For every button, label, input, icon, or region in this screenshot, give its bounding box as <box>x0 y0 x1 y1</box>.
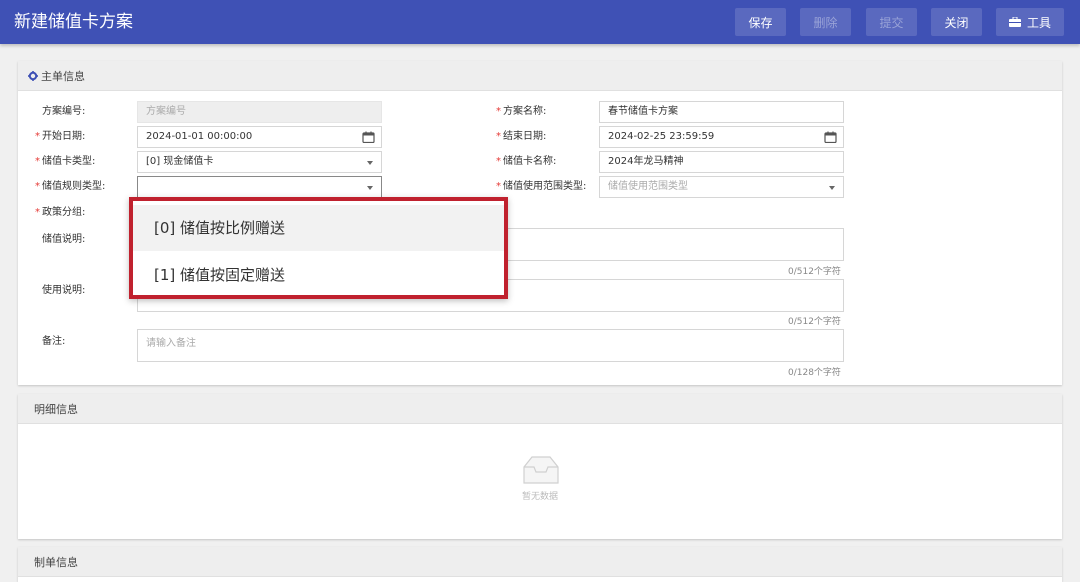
chevron-down-icon <box>367 161 373 165</box>
page-title: 新建储值卡方案 <box>14 12 133 32</box>
main-info-header: 主单信息 <box>18 61 1062 91</box>
empty-text: 暂无数据 <box>521 492 558 502</box>
chevron-down-icon <box>829 186 835 190</box>
save-button[interactable]: 保存 <box>735 8 786 36</box>
empty-inbox-icon <box>520 455 562 485</box>
briefcase-icon <box>1008 17 1021 27</box>
dropdown-option[interactable]: [0] 储值按比例赠送 <box>133 205 504 251</box>
doc-info-header: 制单信息 <box>18 547 1062 577</box>
rule-type-dropdown: [0] 储值按比例赠送 [1] 储值按固定赠送 <box>129 197 508 299</box>
policy-group-label: * 政策分组: <box>35 207 86 218</box>
use-desc-counter: 0/512个字符 <box>788 317 841 327</box>
use-desc-label: 使用说明: <box>42 285 86 296</box>
gear-icon <box>28 70 38 81</box>
end-date-input[interactable]: 2024-02-25 23:59:59 <box>599 126 844 148</box>
card-type-label: * 储值卡类型: <box>35 156 96 167</box>
plan-code-input[interactable]: 方案编号 <box>137 101 382 123</box>
card-name-label: * 储值卡名称: <box>496 156 557 167</box>
scope-type-label: * 储值使用范围类型: <box>496 181 587 192</box>
main-info-title: 主单信息 <box>41 69 85 83</box>
delete-button[interactable]: 删除 <box>800 8 851 36</box>
remark-label: 备注: <box>42 336 66 347</box>
remark-counter: 0/128个字符 <box>788 368 841 378</box>
start-date-input[interactable]: 2024-01-01 00:00:00 <box>137 126 382 148</box>
tools-button[interactable]: 工具 <box>996 8 1064 36</box>
plan-name-input[interactable]: 春节储值卡方案 <box>599 101 844 123</box>
calendar-icon[interactable] <box>824 131 837 144</box>
close-button[interactable]: 关闭 <box>931 8 982 36</box>
dropdown-option[interactable]: [1] 储值按固定赠送 <box>133 252 504 298</box>
calendar-icon[interactable] <box>362 131 375 144</box>
card-name-input[interactable]: 2024年龙马精神 <box>599 151 844 173</box>
store-desc-label: 储值说明: <box>42 234 86 245</box>
plan-name-label: * 方案名称: <box>496 106 547 117</box>
rule-type-label: * 储值规则类型: <box>35 181 106 192</box>
store-desc-counter: 0/512个字符 <box>788 267 841 277</box>
top-bar: 新建储值卡方案 保存 删除 提交 关闭 工具 <box>0 0 1080 44</box>
rule-type-select[interactable] <box>137 176 382 198</box>
card-type-select[interactable]: [0] 现金储值卡 <box>137 151 382 173</box>
scope-type-select[interactable]: 储值使用范围类型 <box>599 176 844 198</box>
end-date-label: * 结束日期: <box>496 131 547 142</box>
doc-info-panel: 制单信息 <box>18 547 1062 582</box>
detail-info-header: 明细信息 <box>18 394 1062 424</box>
chevron-down-icon <box>367 186 373 190</box>
remark-textarea[interactable]: 请输入备注 <box>137 329 844 362</box>
start-date-label: * 开始日期: <box>35 131 86 142</box>
submit-button[interactable]: 提交 <box>866 8 917 36</box>
plan-code-label: 方案编号: <box>42 106 86 117</box>
tools-label: 工具 <box>1026 15 1051 30</box>
